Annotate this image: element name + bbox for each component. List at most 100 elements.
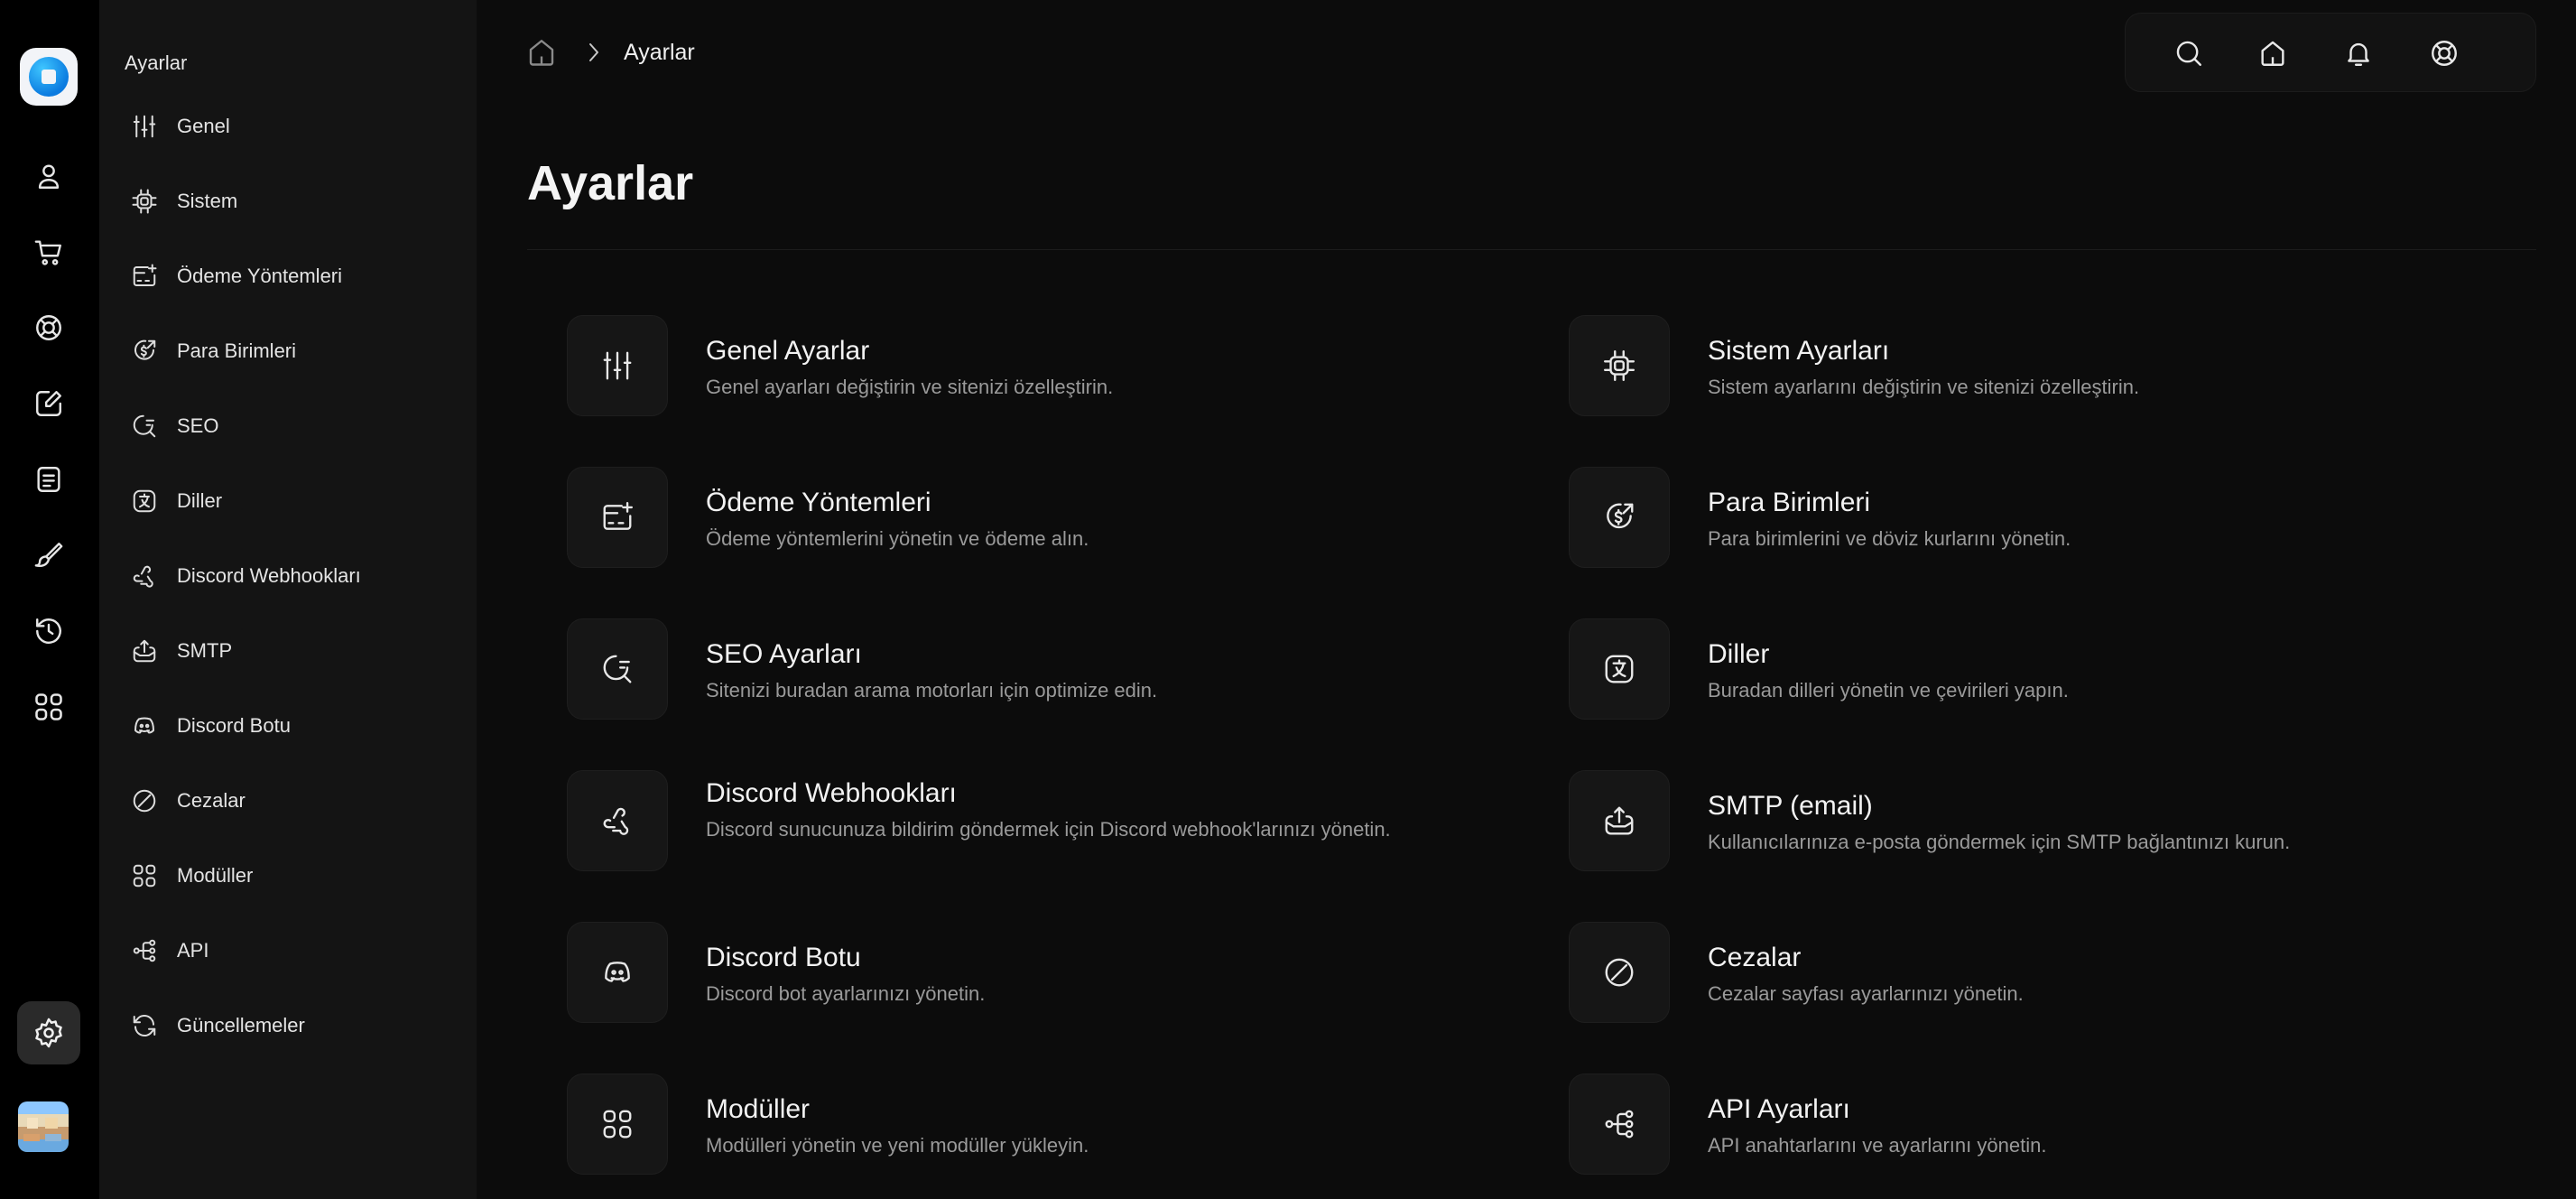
sidebar-item-cezalar[interactable]: Cezalar <box>130 778 455 823</box>
card-title: Cezalar <box>1708 943 1802 972</box>
home-icon[interactable] <box>2253 33 2293 73</box>
app-logo[interactable] <box>20 48 78 106</box>
sidebar-item-sistem[interactable]: Sistem <box>130 179 455 224</box>
discord-icon <box>567 922 668 1023</box>
sidebar-item-label: API <box>177 939 209 962</box>
settings-card-diller[interactable]: Diller Buradan dilleri yönetin ve çeviri… <box>1569 615 2471 723</box>
card-description: Genel ayarları değiştirin ve sitenizi öz… <box>706 376 1114 398</box>
sliders-icon <box>567 315 668 416</box>
card-title: Para Birimleri <box>1708 488 1871 517</box>
api-icon <box>130 936 159 965</box>
settings-card-discord-botu[interactable]: Discord Botu Discord bot ayarlarınızı yö… <box>567 918 1469 1027</box>
bell-icon[interactable] <box>2339 33 2378 73</box>
sidebar-item-label: Modüller <box>177 864 254 887</box>
card-description: Ödeme yöntemlerini yönetin ve ödeme alın… <box>706 527 1089 550</box>
card-description: Kullanıcılarınıza e-posta göndermek için… <box>1708 831 2291 853</box>
sidebar-item-diller[interactable]: Diller <box>130 479 455 524</box>
settings-card-para-birimleri[interactable]: Para Birimleri Para birimlerini ve döviz… <box>1569 463 2471 572</box>
sidebar-item-genel[interactable]: Genel <box>130 104 455 149</box>
sidebar-item-discord-botu[interactable]: Discord Botu <box>130 703 455 748</box>
sidebar-item-seo[interactable]: SEO <box>130 404 455 449</box>
ban-icon <box>1569 922 1670 1023</box>
sidebar-item-odeme-yontemleri[interactable]: Ödeme Yöntemleri <box>130 254 455 299</box>
language-icon <box>130 487 159 516</box>
card-description: Discord sunucunuza bildirim göndermek iç… <box>706 818 1391 841</box>
ban-icon <box>130 786 159 815</box>
document-icon[interactable] <box>28 459 69 500</box>
settings-icon <box>35 1018 62 1048</box>
currency-icon <box>130 337 159 366</box>
sidebar-item-label: Güncellemeler <box>177 1014 305 1036</box>
sidebar-item-label: Sistem <box>177 190 238 212</box>
settings-card-seo[interactable]: SEO Ayarları Sitenizi buradan arama moto… <box>567 615 1469 723</box>
card-description: Sitenizi buradan arama motorları için op… <box>706 679 1158 702</box>
sidebar-item-moduller[interactable]: Modüller <box>130 853 455 898</box>
sidebar-item-label: Discord Botu <box>177 714 291 737</box>
sidebar-item-label: Cezalar <box>177 789 246 812</box>
page-title: Ayarlar <box>527 156 694 210</box>
card-title: Ödeme Yöntemleri <box>706 488 931 517</box>
edit-icon[interactable] <box>28 383 69 424</box>
sidebar-item-label: SMTP <box>177 639 233 662</box>
breadcrumb-chevron-icon <box>583 40 605 65</box>
webhook-icon <box>567 770 668 871</box>
refresh-icon <box>130 1011 159 1040</box>
sidebar-item-discord-webhooklari[interactable]: Discord Webhookları <box>130 553 455 599</box>
card-title: API Ayarları <box>1708 1094 1850 1124</box>
card-description: Para birimlerini ve döviz kurlarını yöne… <box>1708 527 2071 550</box>
card-description: Cezalar sayfası ayarlarınızı yönetin. <box>1708 982 2024 1005</box>
brush-icon[interactable] <box>28 534 69 576</box>
sliders-icon <box>130 112 159 141</box>
sidebar-item-label: Diller <box>177 489 223 512</box>
sidebar-item-label: Genel <box>177 115 230 137</box>
breadcrumb-home-icon[interactable] <box>525 36 558 69</box>
currency-icon <box>1569 467 1670 568</box>
settings-card-sistem[interactable]: Sistem Ayarları Sistem ayarlarını değişt… <box>1569 311 2471 420</box>
card-title: Discord Botu <box>706 943 861 972</box>
user-icon[interactable] <box>28 155 69 197</box>
discord-icon <box>130 711 159 740</box>
settings-card-genel[interactable]: Genel Ayarlar Genel ayarları değiştirin … <box>567 311 1469 420</box>
settings-card-moduller[interactable]: Modüller Modülleri yönetin ve yeni modül… <box>567 1070 1469 1178</box>
breadcrumb-current: Ayarlar <box>624 40 695 65</box>
settings-button[interactable] <box>17 1001 80 1064</box>
logo-mark <box>29 57 69 97</box>
card-description: Modülleri yönetin ve yeni modüller yükle… <box>706 1134 1089 1157</box>
modules-icon <box>130 861 159 890</box>
sidebar-item-label: Ödeme Yöntemleri <box>177 265 343 287</box>
language-icon <box>1569 618 1670 720</box>
sidebar-item-api[interactable]: API <box>130 928 455 973</box>
settings-card-api[interactable]: API Ayarları API anahtarlarını ve ayarla… <box>1569 1070 2471 1178</box>
sidebar-item-label: Discord Webhookları <box>177 564 361 587</box>
card-description: API anahtarlarını ve ayarlarını yönetin. <box>1708 1134 2047 1157</box>
sidebar-item-guncellemeler[interactable]: Güncellemeler <box>130 1003 455 1048</box>
search-icon[interactable] <box>2169 33 2209 73</box>
settings-card-smtp[interactable]: SMTP (email) Kullanıcılarınıza e-posta g… <box>1569 767 2471 875</box>
history-icon[interactable] <box>28 610 69 652</box>
lifebuoy-icon[interactable] <box>28 307 69 349</box>
seo-icon <box>130 412 159 441</box>
modules-icon <box>567 1074 668 1175</box>
card-title: Diller <box>1708 639 1770 669</box>
sidebar-item-para-birimleri[interactable]: Para Birimleri <box>130 329 455 374</box>
card-description: Discord bot ayarlarınızı yönetin. <box>706 982 986 1005</box>
settings-card-discord-webhooklari[interactable]: Discord Webhookları Discord sunucunuza b… <box>567 767 1469 875</box>
settings-card-cezalar[interactable]: Cezalar Cezalar sayfası ayarlarınızı yön… <box>1569 918 2471 1027</box>
top-toolbar <box>2125 13 2536 92</box>
sidebar-item-smtp[interactable]: SMTP <box>130 628 455 674</box>
cpu-icon <box>1569 315 1670 416</box>
apps-icon[interactable] <box>28 686 69 728</box>
lifebuoy-icon[interactable] <box>2424 33 2464 73</box>
settings-sidebar: Ayarlar Genel Sistem Ödeme Yöntemleri Pa… <box>99 0 477 1199</box>
cart-icon[interactable] <box>28 231 69 273</box>
settings-card-odeme-yontemleri[interactable]: Ödeme Yöntemleri Ödeme yöntemlerini yöne… <box>567 463 1469 572</box>
card-title: Discord Webhookları <box>706 778 957 808</box>
avatar[interactable] <box>18 1101 69 1152</box>
webhook-icon <box>130 562 159 590</box>
sidebar-title: Ayarlar <box>125 51 188 74</box>
mail-upload-icon <box>130 637 159 665</box>
main-content: Ayarlar Ayarlar Genel Ayarlar Genel ayar… <box>477 0 2576 1199</box>
card-title: SEO Ayarları <box>706 639 862 669</box>
app-rail <box>0 0 99 1199</box>
card-description: Sistem ayarlarını değiştirin ve sitenizi… <box>1708 376 2140 398</box>
